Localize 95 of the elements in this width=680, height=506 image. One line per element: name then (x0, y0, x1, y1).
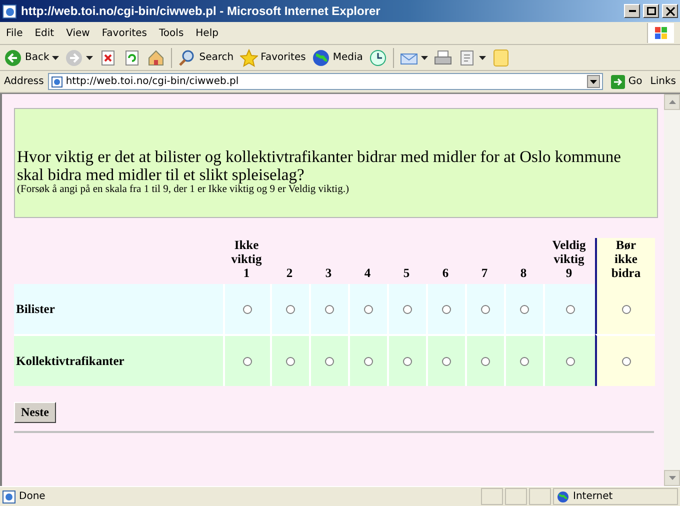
menu-item[interactable]: File (6, 28, 23, 38)
column-number: 3 (325, 266, 332, 280)
radio-button[interactable] (481, 304, 490, 314)
column-number: 8 (520, 266, 527, 280)
scrollbar[interactable] (664, 94, 680, 486)
dropdown-button[interactable] (587, 75, 600, 88)
column-number: 9 (566, 266, 572, 280)
column-label: Ikke viktig (230, 238, 263, 266)
go-button[interactable]: Go (607, 74, 646, 88)
maximize-icon (646, 7, 656, 15)
home-icon (147, 48, 166, 66)
browser-page-icon (2, 3, 18, 19)
forward-button[interactable] (65, 48, 94, 66)
media-button[interactable]: Media (312, 48, 363, 66)
scroll-up-icon[interactable] (668, 100, 676, 104)
note-icon (492, 48, 510, 66)
home-button[interactable] (147, 48, 166, 66)
row-label: Bilister (14, 284, 223, 334)
row-label: Kollektivtrafikanter (14, 334, 223, 386)
links-label[interactable]: Links (650, 76, 676, 87)
print-button[interactable] (434, 48, 452, 66)
radio-button[interactable] (442, 304, 451, 314)
radio-button[interactable] (364, 304, 373, 314)
hint-text: (Forsøk å angi på en skala fra 1 til 9, der 1 er Ikke viktig og 9 er Veldig viktig.) (17, 184, 350, 195)
radio-button[interactable] (325, 356, 334, 366)
star-icon (240, 48, 258, 66)
menu-item[interactable]: Tools (159, 28, 184, 38)
minimize-icon (628, 10, 636, 12)
radio-button[interactable] (442, 356, 451, 366)
radio-button[interactable] (364, 356, 373, 366)
address-field[interactable]: http://web.toi.no/cgi-bin/ciwweb.pl (48, 73, 604, 90)
edit-button[interactable] (458, 48, 486, 66)
close-button[interactable] (662, 4, 678, 18)
radio-button[interactable] (520, 356, 529, 366)
caret-icon (420, 56, 428, 60)
stop-icon (99, 48, 118, 66)
radio-button[interactable] (566, 304, 574, 314)
status-pane (481, 488, 503, 505)
document-icon (458, 48, 476, 66)
menu-item[interactable]: View (66, 28, 90, 38)
radio-button[interactable] (403, 304, 412, 314)
close-icon (666, 6, 674, 16)
column-number: 2 (286, 266, 293, 280)
menu-item[interactable]: Edit (34, 28, 54, 38)
radio-button[interactable] (325, 304, 334, 314)
scroll-down-icon[interactable] (668, 476, 676, 480)
radio-button[interactable] (622, 304, 630, 314)
caret-icon (52, 56, 60, 60)
next-button[interactable]: Neste (14, 402, 56, 423)
column-number: 4 (364, 266, 371, 280)
search-button[interactable]: Search (178, 48, 234, 66)
stop-button[interactable] (99, 48, 118, 66)
maximize-button[interactable] (643, 4, 659, 18)
refresh-icon (123, 48, 142, 66)
radio-button[interactable] (243, 356, 252, 366)
status-pane (529, 488, 551, 505)
search-icon (178, 48, 196, 66)
printer-icon (434, 48, 452, 66)
radio-button[interactable] (566, 356, 574, 366)
caret-icon (478, 56, 486, 60)
menu-item[interactable]: Help (196, 28, 218, 38)
radio-button[interactable] (286, 304, 295, 314)
status-text: Done (19, 491, 46, 502)
column-label: Bør ikke bidra (610, 238, 642, 280)
refresh-button[interactable] (123, 48, 142, 66)
address-label: Address (4, 76, 44, 87)
windows-logo-icon (654, 26, 668, 40)
globe-icon (557, 490, 569, 502)
radio-button[interactable] (243, 304, 252, 314)
minimize-button[interactable] (624, 4, 640, 18)
column-number: 1 (243, 266, 250, 280)
page-icon (2, 490, 16, 504)
column-number: 5 (403, 266, 410, 280)
radio-button[interactable] (481, 356, 490, 366)
column-label: Veldig viktig (551, 238, 587, 266)
column-number: 6 (442, 266, 449, 280)
radio-button[interactable] (403, 356, 412, 366)
history-button[interactable] (368, 48, 387, 66)
arrow-icon (611, 74, 626, 88)
zone-text: Internet (573, 491, 613, 502)
page-icon (50, 76, 63, 88)
status-pane (505, 488, 527, 505)
favorites-button[interactable]: Favorites (240, 48, 306, 66)
radio-button[interactable] (520, 304, 529, 314)
globe-icon (312, 48, 330, 66)
back-button[interactable]: Back (4, 48, 60, 66)
window-title: http://web.toi.no/cgi-bin/ciwweb.pl - Microsoft Internet Explorer (21, 4, 382, 18)
history-icon (368, 48, 387, 66)
caret-icon (86, 56, 94, 60)
caret-icon (590, 80, 598, 84)
menu-item[interactable]: Favorites (102, 28, 148, 38)
radio-button[interactable] (286, 356, 295, 366)
question-text: Hvor viktig er det at bilister og kollektivtrafikanter bidrar med midler for at Oslo kommune skal bidra med midler til et slikt spleiselag? (17, 148, 622, 184)
column-number: 7 (481, 266, 488, 280)
radio-button[interactable] (622, 356, 630, 366)
